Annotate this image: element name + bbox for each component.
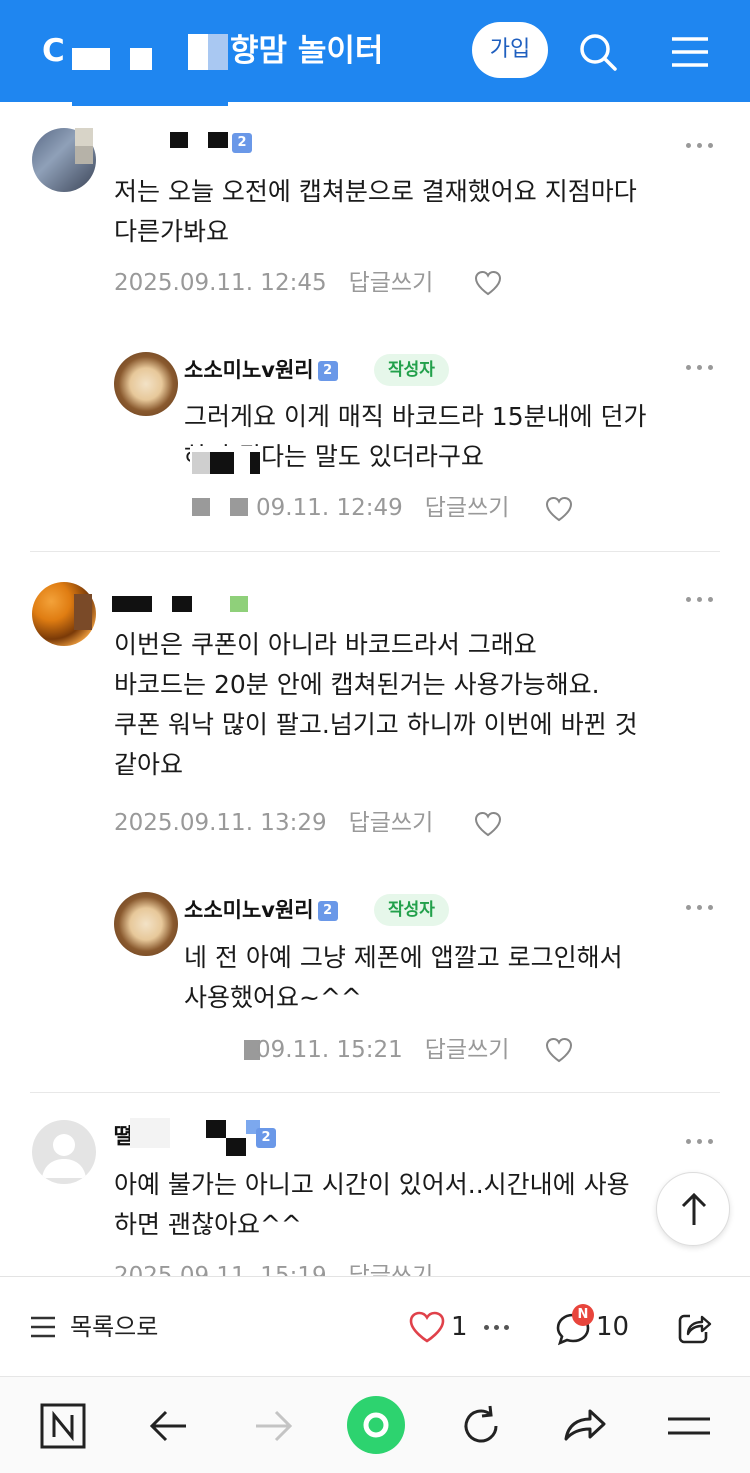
comment-text: 저는 오늘 오전에 캡쳐분으로 결재했어요 지점마다 다른가봐요 xyxy=(114,177,637,246)
redaction-mask xyxy=(172,596,192,612)
comment-item: 2 저는 오늘 오전에 캡쳐분으로 결재했어요 지점마다 다른가봐요 2025.… xyxy=(0,120,750,320)
comment-text: 이번은 쿠폰이 아니라 바코드라서 그래요 바코드는 20분 안에 캡쳐된거는 … xyxy=(114,630,638,779)
comment-author[interactable]: 소소미노v원리 2 xyxy=(184,896,338,924)
redaction-mask xyxy=(188,34,208,70)
app-header: C 향맘 놀이터 가입 xyxy=(0,0,750,102)
back-to-list-button[interactable]: 목록으로 xyxy=(70,1309,158,1345)
more-icon[interactable] xyxy=(686,1136,718,1146)
more-icon[interactable] xyxy=(484,1322,516,1332)
redaction-mask xyxy=(230,596,248,612)
avatar[interactable] xyxy=(114,892,178,956)
comment-item: 이번은 쿠폰이 아니라 바코드라서 그래요 바코드는 20분 안에 캡쳐된거는 … xyxy=(0,576,750,856)
comment-text: 네 전 아예 그냥 제폰에 앱깔고 로그인해서 사용했어요~^^ xyxy=(184,943,623,1012)
hamburger-icon[interactable] xyxy=(664,1401,714,1451)
author-badge: 작성자 xyxy=(374,354,449,386)
redaction-mask xyxy=(75,128,93,146)
comment-meta: 2025.09.11. 13:29 답글쓰기 xyxy=(114,807,433,839)
brand-title[interactable]: 향맘 놀이터 xyxy=(230,28,383,74)
header-tab-indicator xyxy=(72,100,228,106)
comment-date: 09.11. 15:21 xyxy=(256,1037,403,1063)
search-icon[interactable] xyxy=(576,30,620,74)
reply-link[interactable]: 답글쓰기 xyxy=(425,495,510,521)
comment-text: 그러게요 이게 매직 바코드라 15분내에 던가 하면 된다는 말도 있더라구요 xyxy=(184,402,647,471)
avatar[interactable] xyxy=(114,352,178,416)
brand-prefix: C xyxy=(42,33,65,69)
article-action-bar: 목록으로 1 N 10 xyxy=(0,1276,750,1376)
comment-meta: 09.11. 12:49 답글쓰기 xyxy=(256,492,509,524)
comment-divider xyxy=(30,1092,720,1093)
level-badge: 2 xyxy=(232,133,252,153)
heart-icon[interactable] xyxy=(544,495,574,523)
redaction-mask xyxy=(230,498,248,516)
redaction-mask xyxy=(170,132,188,148)
more-icon[interactable] xyxy=(686,594,718,604)
reload-icon[interactable] xyxy=(456,1401,506,1451)
redaction-mask xyxy=(208,34,228,70)
default-avatar-icon xyxy=(42,1134,86,1178)
reply-link[interactable]: 답글쓰기 xyxy=(349,270,434,296)
redaction-mask xyxy=(130,48,152,70)
like-count: 1 xyxy=(451,1312,468,1342)
redaction-mask xyxy=(192,452,210,474)
cafe-brand[interactable]: C xyxy=(42,28,65,74)
home-dot-icon[interactable] xyxy=(346,1395,406,1455)
share-arrow-icon[interactable] xyxy=(560,1401,610,1451)
comment-count: 10 xyxy=(596,1312,630,1342)
comment-author[interactable]: 2 xyxy=(228,128,252,156)
author-badge: 작성자 xyxy=(374,894,449,926)
author-name: 소소미노v원리 xyxy=(184,898,314,922)
brand-suffix: 향맘 놀이터 xyxy=(230,33,384,69)
comment-date: 09.11. 12:49 xyxy=(256,495,403,521)
comment-date: 2025.09.11. 13:29 xyxy=(114,810,327,836)
arrow-up-icon xyxy=(681,1192,707,1225)
comment-item: 뗠 2 아예 불가는 아니고 시간이 있어서..시간내에 사용 하면 괜찮아요^… xyxy=(0,1116,750,1276)
comment-date: 2025.09.11. 12:45 xyxy=(114,270,327,296)
heart-icon[interactable] xyxy=(473,810,503,838)
avatar[interactable] xyxy=(32,1120,96,1184)
comment-meta: 09.11. 15:21 답글쓰기 xyxy=(256,1034,509,1066)
reply-link[interactable]: 답글쓰기 xyxy=(349,810,434,836)
reply-link[interactable]: 답글쓰기 xyxy=(425,1037,510,1063)
more-icon[interactable] xyxy=(686,140,718,150)
comment-meta: 2025.09.11. 15:19 답글쓰기 xyxy=(114,1260,433,1276)
author-name: 소소미노v원리 xyxy=(184,358,314,382)
comment-text: 아예 불가는 아니고 시간이 있어서..시간내에 사용 하면 괜찮아요^^ xyxy=(114,1170,630,1239)
redaction-mask xyxy=(130,1118,170,1148)
level-badge: 2 xyxy=(317,901,338,921)
menu-icon[interactable] xyxy=(668,30,712,74)
more-icon[interactable] xyxy=(686,902,718,912)
comment-meta: 2025.09.11. 12:45 답글쓰기 xyxy=(114,267,433,299)
redaction-mask xyxy=(226,1138,246,1156)
heart-icon[interactable] xyxy=(544,1036,574,1064)
reply-item: 소소미노v원리 2 작성자 네 전 아예 그냥 제폰에 앱깔고 로그인해서 사용했… xyxy=(0,886,750,1086)
redaction-mask xyxy=(74,594,92,630)
redaction-mask xyxy=(250,452,260,474)
reply-item: 소소미노v원리2 작성자 그러게요 이게 매직 바코드라 15분내에 던가 하면… xyxy=(0,346,750,546)
join-button[interactable]: 가입 xyxy=(472,22,548,78)
new-comment-badge: N xyxy=(572,1304,594,1326)
scroll-top-button[interactable] xyxy=(656,1172,730,1246)
share-icon[interactable] xyxy=(676,1310,712,1346)
heart-icon[interactable] xyxy=(408,1310,446,1344)
redaction-mask xyxy=(206,1120,226,1138)
redaction-mask xyxy=(210,452,234,474)
heart-icon[interactable] xyxy=(473,269,503,297)
redaction-mask xyxy=(112,596,152,612)
browser-nav-bar xyxy=(0,1376,750,1473)
comment-author[interactable]: 소소미노v원리 2 xyxy=(184,356,338,384)
comment-divider xyxy=(30,551,720,552)
forward-arrow-icon[interactable] xyxy=(248,1401,298,1451)
redaction-mask xyxy=(192,498,210,516)
back-arrow-icon[interactable] xyxy=(144,1401,194,1451)
redaction-mask xyxy=(72,48,110,70)
redaction-mask xyxy=(208,132,228,148)
redaction-mask xyxy=(75,146,93,164)
comment-date: 2025.09.11. 15:19 xyxy=(114,1263,327,1276)
more-icon[interactable] xyxy=(686,362,718,372)
list-icon[interactable] xyxy=(30,1316,56,1338)
reply-link[interactable]: 답글쓰기 xyxy=(349,1263,434,1276)
level-badge: 2 xyxy=(317,361,338,381)
naver-n-icon[interactable] xyxy=(38,1401,88,1451)
level-badge: 2 xyxy=(256,1128,276,1148)
